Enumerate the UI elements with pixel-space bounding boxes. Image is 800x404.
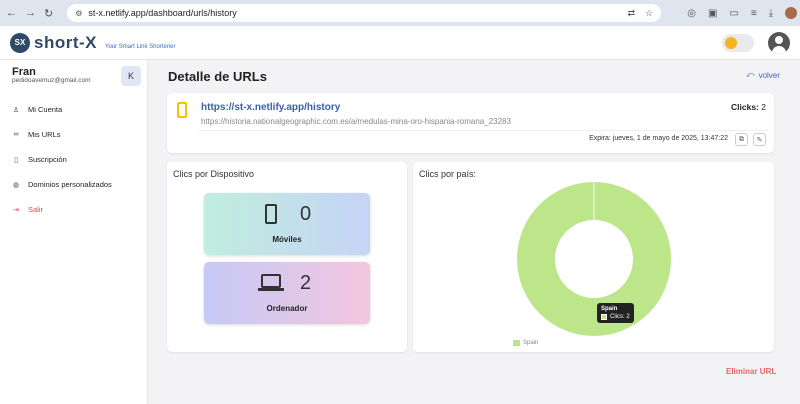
sidebar-menu: ♙ Mi Cuenta ∞ Mis URLs ▯ Suscripción ◍ D… — [0, 97, 148, 222]
pencil-icon: ✎ — [756, 136, 763, 144]
site-info-icon[interactable]: ⚙ — [75, 9, 82, 18]
bookmark-icon: ▯ — [14, 156, 18, 164]
user-avatar-icon[interactable] — [768, 31, 790, 54]
tooltip-swatch — [601, 314, 607, 320]
copy-button[interactable]: ⧉ — [735, 133, 748, 146]
globe-icon: ◍ — [12, 181, 20, 189]
app-tagline: Your Smart Link Shortener — [105, 43, 176, 50]
mobile-stat-box: 0 Móviles — [204, 193, 370, 255]
divider — [199, 130, 768, 131]
bookmark-icon — [177, 102, 187, 118]
back-arrow-icon[interactable]: ← — [6, 6, 17, 20]
sidebar-item-label: Mis URLs — [28, 130, 61, 139]
moon-icon — [725, 36, 737, 49]
app-name: short-X — [34, 32, 97, 52]
media-icon[interactable]: ≡ — [751, 8, 757, 19]
translate-icon[interactable]: ⇄ — [628, 8, 636, 19]
undo-arrow-icon: ⤺ — [746, 70, 755, 79]
link-icon: ∞ — [13, 131, 19, 138]
sidebar: Fran pedidoavemuz@gmail.com K ♙ Mi Cuent… — [0, 60, 148, 404]
sidebar-item-label: Suscripción — [28, 155, 67, 164]
clicks-value: 2 — [761, 102, 766, 112]
desktop-count: 2 — [300, 272, 312, 294]
desktop-stat-box: 2 Ordenador — [204, 262, 370, 324]
original-url: https://historia.nationalgeographic.com.… — [201, 117, 511, 126]
star-icon[interactable]: ☆ — [645, 8, 653, 19]
collapse-sidebar-button[interactable]: K — [121, 66, 141, 86]
address-bar-text: st-x.netlify.app/dashboard/urls/history — [88, 8, 237, 18]
extension-icon[interactable]: ◎ — [687, 8, 696, 19]
sidebar-item-salir[interactable]: ⇥ Salir — [0, 197, 148, 222]
country-card-title: Clics por país: — [419, 169, 477, 179]
logout-icon: ⇥ — [13, 206, 19, 214]
sidebar-item-dominios[interactable]: ◍ Dominios personalizados — [0, 172, 148, 197]
back-link-label: volver — [758, 70, 780, 80]
tooltip-value: Clics: 2 — [610, 314, 630, 320]
mobile-label: Móviles — [272, 235, 302, 244]
tooltip-title: Spain — [601, 306, 618, 312]
desktop-label: Ordenador — [266, 304, 308, 313]
profile-avatar[interactable] — [785, 7, 798, 19]
short-url-link[interactable]: https://st-x.netlify.app/history — [201, 102, 340, 113]
sidebar-item-mi-cuenta[interactable]: ♙ Mi Cuenta — [0, 97, 148, 122]
app-header: SX short-X Your Smart Link Shortener — [0, 26, 800, 60]
sidebar-item-label: Dominios personalizados — [28, 180, 112, 189]
legend-label: Spain — [523, 340, 539, 346]
laptop-icon — [258, 274, 284, 291]
device-clicks-card: Clics por Dispositivo 0 Móviles 2 Ordena… — [167, 162, 407, 352]
user-email: pedidoavemuz@gmail.com — [12, 77, 91, 84]
country-donut-chart[interactable] — [516, 181, 672, 337]
phone-icon — [265, 204, 277, 224]
puzzle-icon[interactable]: ▣ — [708, 8, 717, 19]
forward-arrow-icon[interactable]: → — [25, 6, 36, 20]
delete-url-button[interactable]: Eliminar URL — [726, 367, 776, 376]
tab-search-icon[interactable]: ▭ — [729, 8, 738, 19]
clicks-count: Clicks: 2 — [731, 102, 766, 112]
sidebar-item-suscripcion[interactable]: ▯ Suscripción — [0, 147, 148, 172]
theme-toggle[interactable] — [722, 33, 754, 52]
chart-legend[interactable]: Spain — [513, 340, 538, 346]
download-icon[interactable]: ⤓ — [769, 8, 773, 19]
country-clicks-card: Clics por país: Spain Clics: 2 Spain — [413, 162, 774, 352]
browser-toolbar: ← → ↻ ⚙ st-x.netlify.app/dashboard/urls/… — [0, 0, 800, 26]
user-icon: ♙ — [12, 106, 20, 114]
sidebar-item-label: Salir — [28, 205, 44, 214]
sidebar-item-mis-urls[interactable]: ∞ Mis URLs — [0, 122, 148, 147]
clicks-label: Clicks: — [731, 102, 759, 112]
device-card-title: Clics por Dispositivo — [173, 169, 255, 179]
sidebar-item-label: Mi Cuenta — [28, 105, 63, 114]
page-title: Detalle de URLs — [168, 69, 267, 84]
mobile-count: 0 — [300, 203, 312, 225]
reload-icon[interactable]: ↻ — [44, 6, 53, 20]
back-link[interactable]: ⤺ volver — [746, 70, 780, 80]
expiry-date: Expira: jueves, 1 de mayo de 2025, 13:47… — [589, 135, 728, 142]
chart-tooltip: Spain Clics: 2 — [597, 303, 634, 323]
legend-swatch — [513, 340, 520, 346]
address-bar[interactable]: ⚙ st-x.netlify.app/dashboard/urls/histor… — [67, 4, 662, 22]
edit-button[interactable]: ✎ — [753, 133, 766, 146]
copy-icon: ⧉ — [739, 135, 744, 143]
url-detail-card: https://st-x.netlify.app/history https:/… — [167, 93, 774, 153]
logo-icon: SX — [10, 32, 30, 53]
